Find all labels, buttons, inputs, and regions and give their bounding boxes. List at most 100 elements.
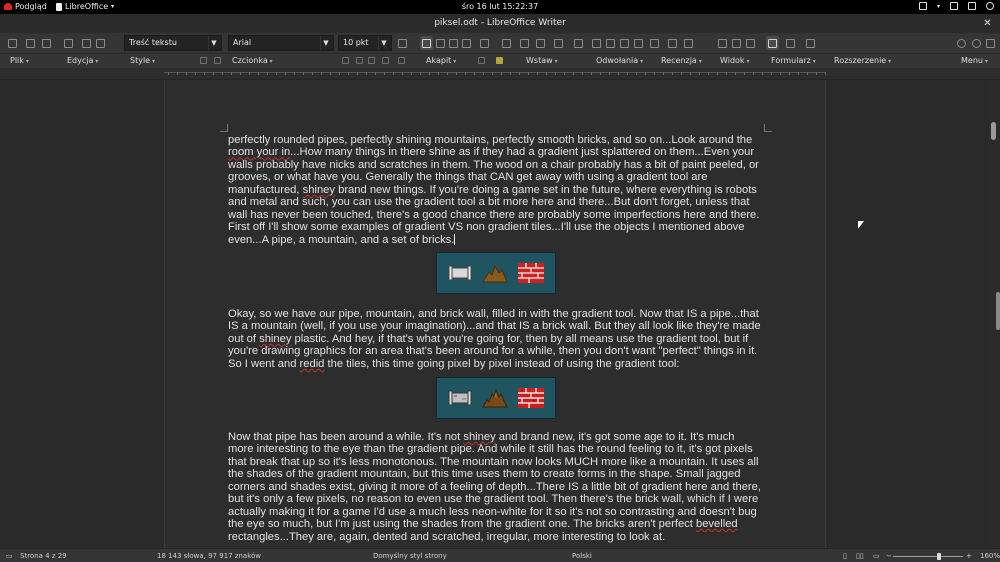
clone-formatting-icon[interactable] [200, 57, 207, 64]
special-character-icon[interactable] [554, 39, 563, 48]
bookmark-icon[interactable] [620, 39, 629, 48]
volume-icon[interactable] [968, 2, 976, 10]
gradient-tiles-image[interactable] [436, 252, 556, 294]
menu-review[interactable]: Recenzja [661, 56, 702, 65]
menu-form[interactable]: Formularz [771, 56, 816, 65]
multi-page-view-icon[interactable]: ▯▯ [856, 552, 864, 560]
ruler-tick [591, 72, 592, 75]
chevron-down-icon[interactable]: ▼ [208, 36, 219, 50]
footnote-icon[interactable] [606, 39, 615, 48]
ruler-tick [402, 72, 403, 75]
text-language[interactable]: Polski [572, 552, 592, 560]
align-center-icon[interactable] [436, 39, 445, 48]
highlight-icon[interactable] [398, 57, 405, 64]
chevron-down-icon[interactable]: ▼ [378, 36, 389, 50]
align-right-icon[interactable] [449, 39, 458, 48]
system-tray[interactable]: ▾ [918, 2, 994, 10]
document-canvas[interactable]: perfectly rounded pipes, perfectly shini… [0, 80, 988, 548]
paragraph-1[interactable]: perfectly rounded pipes, perfectly shini… [228, 134, 763, 246]
close-icon[interactable]: ✕ [981, 17, 994, 30]
line-spacing-icon[interactable] [398, 39, 407, 48]
formatting-marks-icon[interactable] [718, 39, 727, 48]
track-changes-icon[interactable] [668, 39, 677, 48]
menu-paragraph[interactable]: Akapit [426, 56, 456, 65]
insert-image-icon[interactable] [520, 39, 529, 48]
clock[interactable]: śro 16 lut 15:22:37 [0, 2, 1000, 11]
numbered-list-icon[interactable] [502, 39, 511, 48]
zoom-out-icon[interactable]: − [886, 552, 892, 560]
network-icon[interactable] [950, 2, 958, 10]
sidebar-icon[interactable] [806, 39, 815, 48]
horizontal-ruler[interactable] [0, 68, 1000, 80]
page-style[interactable]: Domyślny styl strony [373, 552, 447, 560]
paragraph-2[interactable]: Okay, so we have our pipe, mountain, and… [228, 308, 763, 370]
zoom-in-icon[interactable]: + [966, 552, 972, 560]
bold-icon[interactable] [342, 57, 349, 64]
highlight-color-icon[interactable] [496, 57, 503, 64]
menu-view[interactable]: Widok [720, 56, 749, 65]
pixel-tiles-image[interactable] [436, 377, 556, 419]
search-icon[interactable] [957, 39, 966, 48]
zoom-level[interactable]: 160% [980, 552, 1000, 560]
sidebar-handle[interactable] [996, 292, 1000, 330]
paragraph-style-select[interactable]: Treść tekstu ▼ [124, 35, 222, 51]
web-view-icon[interactable] [786, 39, 795, 48]
italic-icon[interactable] [356, 57, 363, 64]
text-run: First off I'll show some examples of gra… [228, 221, 745, 234]
comment-icon[interactable] [650, 39, 659, 48]
clear-formatting-icon[interactable] [214, 57, 221, 64]
hamburger-menu-icon[interactable] [986, 39, 995, 48]
ruler-tick [375, 72, 376, 75]
spelling-icon[interactable] [732, 39, 741, 48]
menu-extension[interactable]: Rozszerzenie [834, 56, 891, 65]
align-justify-icon[interactable] [462, 39, 471, 48]
bullet-list-icon[interactable] [480, 39, 489, 48]
menu-insert[interactable]: Wstaw [526, 56, 558, 65]
vertical-scrollbar[interactable] [988, 80, 1000, 548]
menu-file[interactable]: Plik [10, 56, 29, 65]
menu-edit[interactable]: Edycja [67, 56, 98, 65]
align-left-icon [422, 39, 431, 48]
text-box-icon[interactable] [574, 39, 583, 48]
text-run: rectangles...They are, again, dented and… [228, 530, 666, 543]
hyperlink-icon[interactable] [592, 39, 601, 48]
document-page[interactable]: perfectly rounded pipes, perfectly shini… [164, 80, 826, 548]
mouse-pointer [858, 221, 864, 229]
strikethrough-icon[interactable] [382, 57, 389, 64]
open-icon[interactable] [26, 39, 35, 48]
clipboard-icon[interactable] [918, 2, 927, 10]
menu-character[interactable]: Czcionka [232, 56, 273, 65]
underline-icon[interactable] [368, 57, 375, 64]
menu-styles[interactable]: Style [130, 56, 155, 65]
misspelled-word: room your in [228, 146, 291, 159]
indent-icon[interactable] [478, 57, 485, 64]
redo-icon[interactable] [96, 39, 105, 48]
font-size-select[interactable]: 10 pkt ▼ [338, 35, 392, 51]
word-count[interactable]: 18 143 słowa, 97 917 znaków [157, 552, 261, 560]
text-run: so much, but I'm just using the shades f… [267, 518, 696, 531]
cross-reference-icon[interactable] [634, 39, 643, 48]
menu-main[interactable]: Menu [961, 56, 988, 65]
book-view-icon[interactable]: ▭ [873, 552, 880, 560]
power-icon[interactable] [986, 2, 994, 10]
undo-icon[interactable] [82, 39, 91, 48]
ruler-tick [762, 72, 763, 75]
help-icon[interactable] [972, 39, 981, 48]
chevron-down-icon[interactable]: ▼ [320, 36, 331, 50]
insert-table-icon[interactable] [536, 39, 545, 48]
scrollbar-thumb[interactable] [991, 122, 996, 140]
find-replace-icon[interactable] [746, 39, 755, 48]
menu-references[interactable]: Odwołania [596, 56, 643, 65]
ruler-tick [276, 72, 277, 75]
print-icon[interactable] [64, 39, 73, 48]
zoom-slider-knob[interactable] [937, 553, 941, 560]
save-icon[interactable] [42, 39, 51, 48]
zoom-slider[interactable] [893, 556, 963, 557]
menu-icon[interactable] [8, 39, 17, 48]
page-count[interactable]: Strona 4 z 29 [20, 552, 67, 560]
single-page-view-icon[interactable]: ▯ [843, 552, 847, 560]
paragraph-3[interactable]: Now that pipe has been around a while. I… [228, 431, 763, 543]
font-name-select[interactable]: Arial ▼ [228, 35, 334, 51]
ruler-tick [222, 72, 223, 75]
header-icon[interactable] [684, 39, 693, 48]
